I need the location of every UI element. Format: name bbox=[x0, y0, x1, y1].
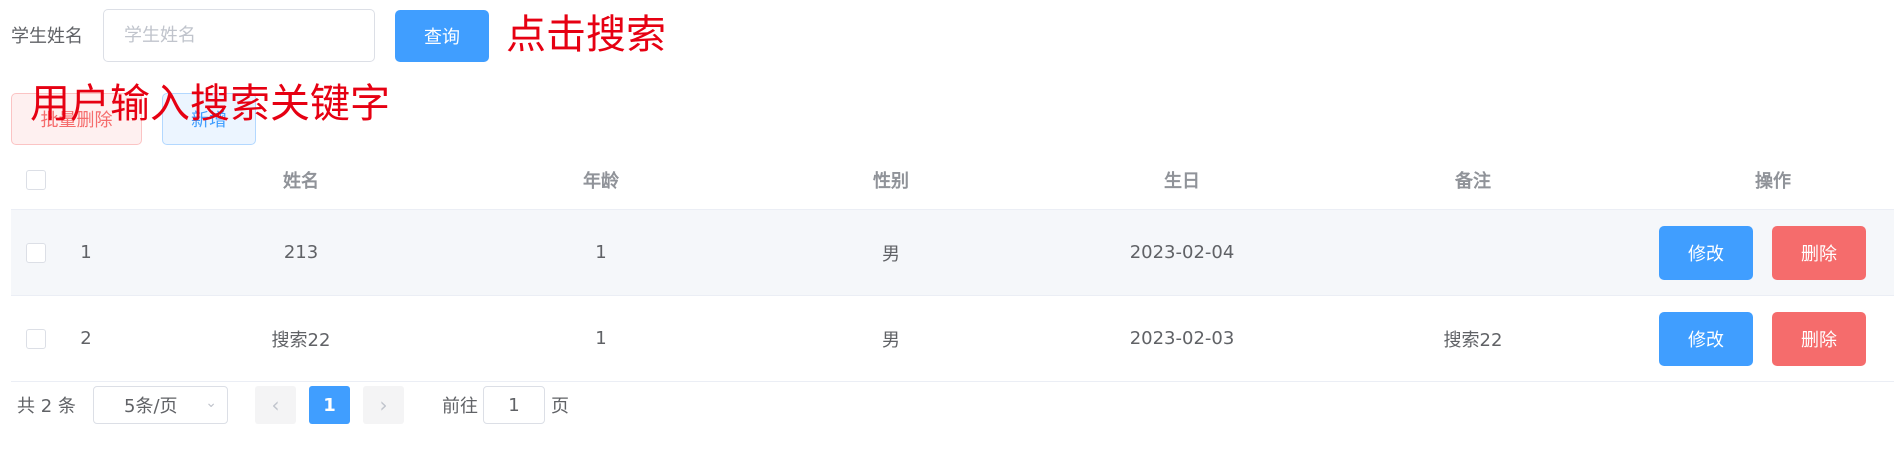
table-row: 1 213 1 男 2023-02-04 修改 删除 bbox=[11, 210, 1894, 296]
pagination: 共 2 条 5条/页 ⌄ ‹ 1 › 前往 页 bbox=[0, 384, 1894, 424]
student-table: 姓名 年龄 性别 生日 备注 操作 1 213 1 男 2023-02-04 修… bbox=[11, 150, 1894, 382]
row-checkbox-cell bbox=[11, 210, 61, 295]
chevron-down-icon: ⌄ bbox=[205, 395, 217, 411]
pagination-total: 共 2 条 bbox=[17, 396, 76, 417]
table-header: 姓名 年龄 性别 生日 备注 操作 bbox=[11, 150, 1894, 210]
goto-label: 前往 bbox=[442, 396, 478, 417]
cell-note: 搜索22 bbox=[1443, 329, 1503, 351]
row-checkbox[interactable] bbox=[26, 242, 46, 263]
next-page-button[interactable]: › bbox=[363, 386, 404, 424]
annotation-click-search: 点击搜索 bbox=[506, 12, 666, 58]
annotation-input-keyword: 用户输入搜索关键字 bbox=[30, 81, 390, 127]
header-checkbox-cell bbox=[11, 150, 61, 209]
table-row: 2 搜索22 1 男 2023-02-03 搜索22 修改 删除 bbox=[11, 296, 1894, 382]
row-index: 2 bbox=[80, 328, 92, 349]
goto-page-input[interactable] bbox=[483, 386, 545, 424]
delete-button[interactable]: 删除 bbox=[1772, 226, 1866, 280]
row-checkbox-cell bbox=[11, 296, 61, 381]
chevron-left-icon: ‹ bbox=[271, 393, 280, 417]
cell-note bbox=[1283, 210, 1663, 295]
chevron-right-icon: › bbox=[379, 393, 388, 417]
row-checkbox[interactable] bbox=[26, 328, 46, 349]
student-name-search-input[interactable] bbox=[103, 9, 375, 62]
row-index: 1 bbox=[80, 242, 92, 263]
page-size-value: 5条/页 bbox=[124, 396, 178, 417]
edit-button[interactable]: 修改 bbox=[1659, 312, 1753, 366]
delete-button[interactable]: 删除 bbox=[1772, 312, 1866, 366]
edit-button[interactable]: 修改 bbox=[1659, 226, 1753, 280]
search-label: 学生姓名 bbox=[11, 26, 83, 47]
query-button[interactable]: 查询 bbox=[395, 10, 489, 62]
goto-suffix: 页 bbox=[551, 396, 569, 417]
page-number-current[interactable]: 1 bbox=[309, 386, 350, 424]
page-size-select[interactable]: 5条/页 ⌄ bbox=[93, 386, 228, 424]
column-header-actions: 操作 bbox=[1755, 170, 1791, 192]
select-all-checkbox[interactable] bbox=[26, 169, 46, 190]
prev-page-button[interactable]: ‹ bbox=[255, 386, 296, 424]
